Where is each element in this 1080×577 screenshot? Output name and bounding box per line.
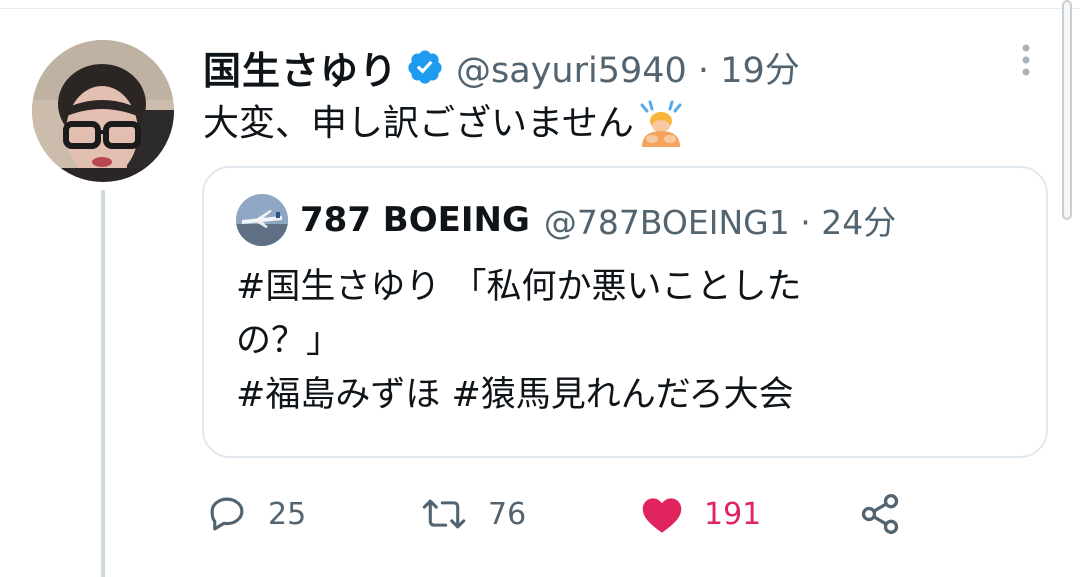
tweet-text-content: 大変、申し訳ございません	[203, 103, 634, 144]
person-bowing-emoji-icon	[636, 99, 686, 149]
share-button[interactable]	[858, 486, 902, 542]
author-display-name[interactable]: 国生さゆり	[203, 40, 398, 95]
like-button[interactable]: 191	[640, 486, 761, 542]
reply-button[interactable]: 25	[206, 486, 306, 542]
quoted-author-handle: @787BOEING1	[543, 203, 790, 242]
retweet-icon	[422, 499, 466, 529]
like-count: 191	[704, 496, 762, 532]
scrollbar[interactable]	[1062, 0, 1072, 220]
reply-count: 25	[268, 496, 307, 532]
author-handle-time: @sayuri5940 · 19分	[456, 42, 800, 93]
meta-separator: ·	[697, 50, 710, 91]
tweet-timestamp[interactable]: 19分	[720, 51, 800, 91]
quoted-text-line: #国生さゆり 「私何か悪いことした	[236, 267, 802, 307]
author-handle[interactable]: @sayuri5940	[456, 51, 687, 91]
tweet-text: 大変、申し訳ございません	[203, 96, 686, 152]
quoted-author-name: 787 BOEING	[300, 200, 530, 240]
heart-icon	[642, 498, 682, 533]
quoted-tweet-header: 787 BOEING @787BOEING1 · 24分	[236, 194, 896, 246]
tweet-action-bar: 25 76 191	[0, 486, 1080, 542]
quoted-tweet-timestamp: 24分	[821, 203, 897, 242]
more-vertical-icon[interactable]	[1014, 42, 1038, 82]
tweet-detail-screen: 国生さゆり @sayuri5940 · 19分 大変、申し訳ございません 787…	[0, 0, 1080, 577]
quoted-text-line: #福島みずほ #猿馬見れんだろ大会	[236, 375, 794, 415]
verified-badge-icon	[406, 48, 444, 86]
reply-icon	[210, 497, 244, 531]
quoted-author-avatar	[236, 194, 288, 246]
retweet-button[interactable]: 76	[420, 486, 526, 542]
quoted-meta-separator: ·	[800, 203, 811, 242]
quoted-text-line: の？」	[236, 321, 342, 361]
tweet-header: 国生さゆり @sayuri5940 · 19分	[203, 36, 800, 98]
top-divider	[0, 8, 1080, 9]
author-avatar[interactable]	[32, 40, 174, 182]
share-icon	[861, 494, 899, 534]
author-avatar-image	[32, 40, 174, 182]
quoted-tweet-card[interactable]: 787 BOEING @787BOEING1 · 24分 #国生さゆり 「私何か…	[202, 166, 1048, 458]
retweet-count: 76	[488, 496, 527, 532]
quoted-tweet-text: #国生さゆり 「私何か悪いことした の？」 #福島みずほ #猿馬見れんだろ大会	[236, 260, 936, 422]
quoted-author-handle-time: @787BOEING1 · 24分	[544, 196, 896, 244]
